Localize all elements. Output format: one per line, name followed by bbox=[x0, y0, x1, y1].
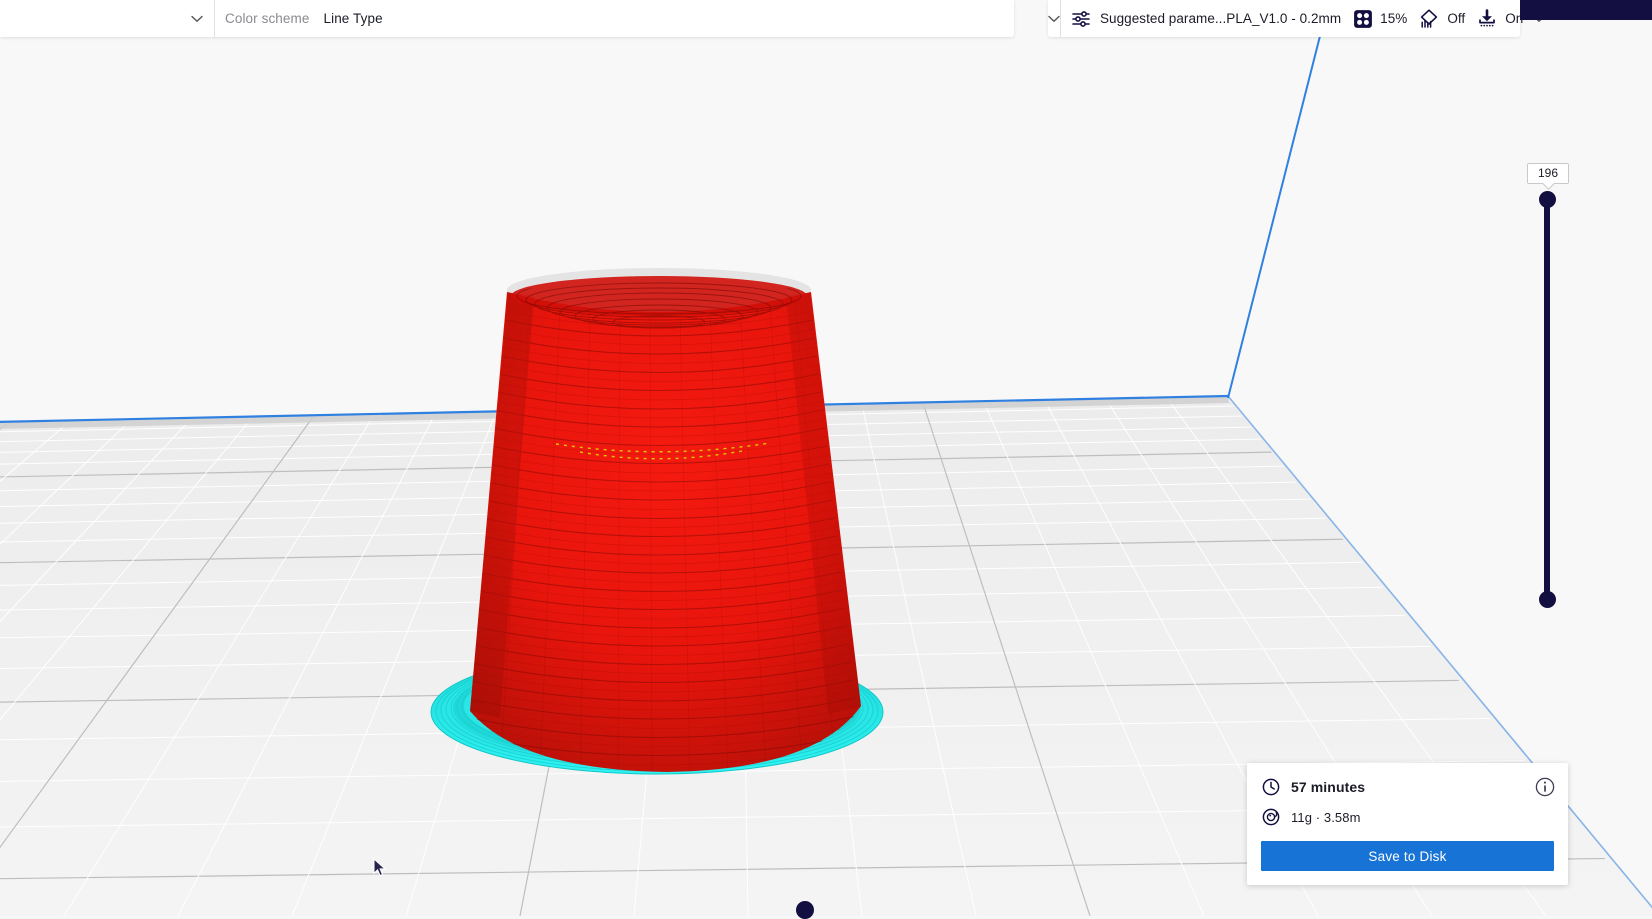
adhesion-setting[interactable]: On bbox=[1477, 0, 1523, 37]
path-slider[interactable] bbox=[240, 901, 1370, 919]
cursor-arrow-icon bbox=[373, 858, 387, 878]
info-icon[interactable] bbox=[1535, 777, 1555, 797]
save-to-disk-button[interactable]: Save to Disk bbox=[1261, 841, 1554, 871]
toolbar-divider bbox=[1060, 0, 1061, 37]
support-value: Off bbox=[1447, 11, 1465, 26]
infill-glyph bbox=[1354, 10, 1372, 28]
print-profile-text: Suggested parame...PLA_V1.0 - 0.2mm bbox=[1100, 11, 1341, 26]
sliced-cup-model bbox=[457, 268, 862, 774]
chevron-down-glyph bbox=[1048, 15, 1060, 23]
settings-collapse-chevron-down-icon[interactable] bbox=[1048, 0, 1060, 37]
material-usage-row: 11g · 3.58m bbox=[1261, 807, 1554, 827]
info-glyph bbox=[1535, 777, 1555, 797]
layer-slider-track[interactable] bbox=[1544, 199, 1550, 599]
layer-slider[interactable] bbox=[1539, 190, 1555, 608]
layer-slider-value-tooltip: 196 bbox=[1527, 163, 1569, 184]
sliders-icon bbox=[1072, 11, 1091, 27]
color-scheme-toolbar: Color scheme Line Type bbox=[0, 0, 1014, 37]
infill-icon bbox=[1354, 10, 1372, 28]
layer-slider-bottom-handle[interactable] bbox=[1539, 591, 1556, 608]
layer-slider-top-handle[interactable] bbox=[1539, 191, 1556, 208]
spool-glyph bbox=[1262, 808, 1280, 826]
support-setting[interactable]: Off bbox=[1419, 0, 1465, 37]
print-time-row: 57 minutes bbox=[1261, 777, 1554, 797]
sliders-glyph bbox=[1072, 11, 1091, 27]
layer-slider-value: 196 bbox=[1538, 166, 1558, 180]
top-right-corner-block bbox=[1520, 0, 1652, 20]
adhesion-download-icon bbox=[1477, 9, 1497, 28]
support-icon bbox=[1419, 9, 1439, 28]
color-scheme-selector[interactable]: Color scheme Line Type bbox=[215, 0, 383, 37]
print-summary-card: 57 minutes 11g · 3.58m Save to Disk bbox=[1247, 763, 1568, 885]
print-time-text: 57 minutes bbox=[1291, 779, 1365, 795]
chevron-down-glyph bbox=[191, 15, 203, 23]
clock-glyph bbox=[1262, 778, 1280, 796]
material-usage-text: 11g · 3.58m bbox=[1291, 810, 1361, 825]
color-scheme-label: Color scheme bbox=[225, 11, 309, 26]
chevron-down-icon[interactable] bbox=[180, 0, 214, 37]
path-slider-handle[interactable] bbox=[796, 901, 814, 919]
print-settings-toolbar: Suggested parame...PLA_V1.0 - 0.2mm 15% bbox=[1048, 0, 1520, 37]
infill-value: 15% bbox=[1380, 11, 1407, 26]
support-glyph bbox=[1419, 9, 1439, 28]
print-profile-selector[interactable]: Suggested parame...PLA_V1.0 - 0.2mm bbox=[1072, 0, 1341, 37]
adhesion-glyph bbox=[1477, 9, 1497, 28]
mouse-cursor bbox=[373, 858, 387, 883]
spool-icon bbox=[1261, 807, 1281, 827]
clock-icon bbox=[1261, 777, 1281, 797]
color-scheme-value: Line Type bbox=[323, 11, 382, 26]
infill-setting[interactable]: 15% bbox=[1354, 0, 1407, 37]
